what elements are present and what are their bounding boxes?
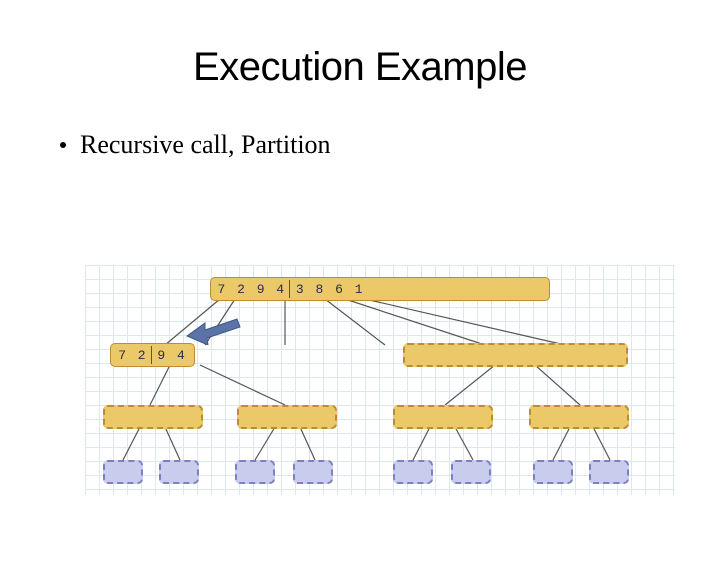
bullet-icon [60, 142, 66, 148]
leaf-node [451, 460, 491, 484]
root-node: 7 2 9 4 3 8 6 1 [210, 277, 550, 301]
leaf-node [235, 460, 275, 484]
diagram: 7 2 9 4 3 8 6 1 7 2 9 4 [85, 265, 675, 495]
level1-right-placeholder [403, 343, 628, 367]
level2-node [103, 405, 203, 429]
level1-left-node: 7 2 9 4 [110, 343, 195, 367]
slide-title: Execution Example [0, 45, 720, 90]
leaf-node [293, 460, 333, 484]
divider-icon [151, 346, 152, 364]
leaf-node [589, 460, 629, 484]
leaf-node [159, 460, 199, 484]
root-node-text: 7 2 9 4 3 8 6 1 [217, 282, 364, 297]
bullet-row: Recursive call, Partition [60, 130, 720, 160]
divider-icon [289, 280, 290, 298]
level2-node [529, 405, 629, 429]
leaf-node [393, 460, 433, 484]
level1-left-text: 7 2 9 4 [118, 348, 187, 363]
leaf-node [533, 460, 573, 484]
level2-node [393, 405, 493, 429]
leaf-node [103, 460, 143, 484]
level2-node [237, 405, 337, 429]
arrow-icon [185, 311, 245, 345]
bullet-text: Recursive call, Partition [80, 130, 331, 160]
